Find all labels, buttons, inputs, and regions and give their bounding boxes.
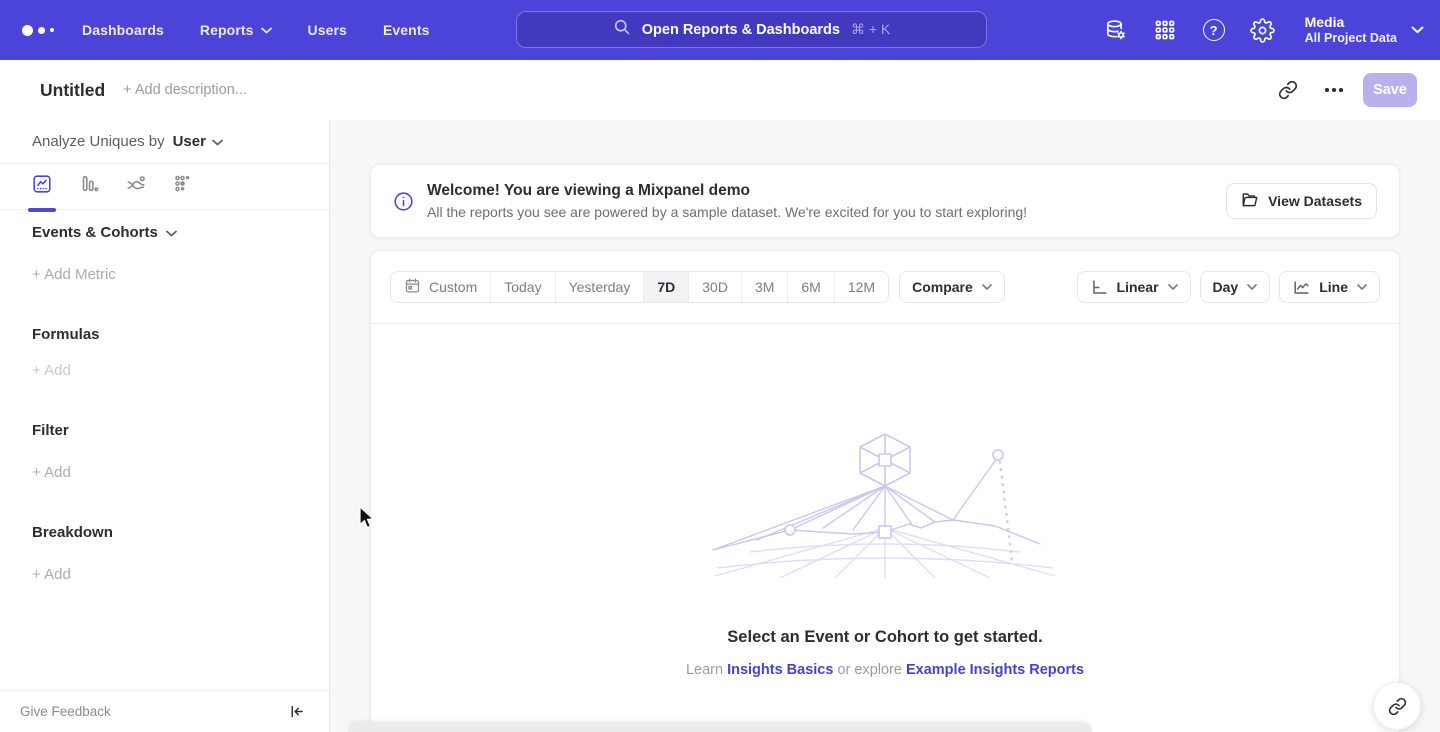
- events-cohorts-header[interactable]: Events & Cohorts: [32, 224, 177, 241]
- empty-state-illustration: [695, 428, 1075, 578]
- formulas-header: Formulas: [32, 326, 100, 343]
- save-button[interactable]: Save: [1363, 73, 1417, 107]
- chevron-down-icon: [1168, 284, 1178, 290]
- date-range-segmented-control: Custom Today Yesterday 7D 30D 3M 6M 12M: [390, 271, 889, 303]
- range-6m[interactable]: 6M: [787, 272, 833, 302]
- share-link-floating-button[interactable]: [1373, 682, 1421, 730]
- add-filter-button[interactable]: + Add: [32, 464, 71, 481]
- chevron-down-icon: [166, 224, 177, 241]
- bottom-sheet-peek[interactable]: [348, 722, 1092, 732]
- empty-state-title: Select an Event or Cohort to get started…: [727, 628, 1042, 647]
- report-title[interactable]: Untitled: [40, 80, 105, 101]
- global-search-button[interactable]: Open Reports & Dashboards ⌘ + K: [516, 11, 987, 48]
- chevron-down-icon: [1357, 284, 1367, 290]
- data-management-icon[interactable]: [1103, 17, 1129, 43]
- mixpanel-logo-icon[interactable]: [22, 25, 56, 36]
- nav-item-events[interactable]: Events: [383, 22, 430, 38]
- filter-header: Filter: [32, 422, 69, 439]
- line-chart-icon: [1292, 278, 1311, 297]
- search-shortcut: ⌘ + K: [851, 21, 890, 38]
- interval-selector-button[interactable]: Day: [1200, 271, 1271, 303]
- apps-grid-icon[interactable]: [1152, 17, 1178, 43]
- tab-retention[interactable]: [171, 164, 195, 210]
- range-today[interactable]: Today: [490, 272, 554, 302]
- chevron-down-icon: [212, 133, 223, 150]
- folder-icon: [1241, 191, 1259, 212]
- report-card: Custom Today Yesterday 7D 30D 3M 6M 12M …: [370, 250, 1400, 732]
- report-description-placeholder[interactable]: + Add description...: [123, 82, 247, 98]
- top-nav: Dashboards Reports Users Events Open Rep…: [0, 0, 1440, 60]
- give-feedback-link[interactable]: Give Feedback: [20, 704, 111, 719]
- flows-icon: [125, 173, 147, 200]
- tab-bar-chart[interactable]: [77, 164, 101, 210]
- body: Analyze Uniques by User: [0, 120, 1440, 732]
- nav-right-group: ? Media All Project Data: [1103, 0, 1424, 60]
- project-name: Media: [1305, 14, 1397, 31]
- empty-state: Select an Event or Cohort to get started…: [371, 324, 1399, 732]
- banner-title: Welcome! You are viewing a Mixpanel demo: [427, 182, 1027, 200]
- report-header: Untitled + Add description... Save: [0, 60, 1440, 120]
- compare-button[interactable]: Compare: [899, 271, 1005, 303]
- axis-scale-icon: [1090, 278, 1109, 297]
- chevron-down-icon: [982, 284, 992, 290]
- search-placeholder: Open Reports & Dashboards: [642, 22, 840, 38]
- chart-type-selector-button[interactable]: Line: [1279, 271, 1380, 303]
- breakdown-header: Breakdown: [32, 524, 113, 541]
- banner-subtitle: All the reports you see are powered by a…: [427, 204, 1027, 220]
- main-content: Welcome! You are viewing a Mixpanel demo…: [330, 120, 1440, 732]
- nav-item-users[interactable]: Users: [308, 22, 347, 38]
- query-sidebar: Analyze Uniques by User: [0, 120, 330, 732]
- range-custom[interactable]: Custom: [391, 272, 490, 302]
- chevron-down-icon: [261, 27, 272, 34]
- info-icon: [393, 191, 414, 212]
- more-options-icon[interactable]: [1317, 73, 1351, 107]
- visualization-tabs: [0, 164, 329, 210]
- add-metric-button[interactable]: + Add Metric: [32, 266, 116, 283]
- insights-basics-link[interactable]: Insights Basics: [727, 662, 833, 678]
- analyze-label: Analyze Uniques by: [32, 133, 165, 150]
- scale-selector-button[interactable]: Linear: [1077, 271, 1191, 303]
- app-window: Dashboards Reports Users Events Open Rep…: [0, 0, 1440, 732]
- range-7d[interactable]: 7D: [643, 272, 688, 302]
- project-subtitle: All Project Data: [1305, 31, 1397, 46]
- chart-display-controls: Linear Day Line: [1077, 271, 1380, 303]
- range-30d[interactable]: 30D: [688, 272, 741, 302]
- chevron-down-icon: [1411, 21, 1424, 39]
- nav-item-dashboards[interactable]: Dashboards: [82, 22, 164, 38]
- primary-nav: Dashboards Reports Users Events: [82, 22, 429, 38]
- bar-chart-icon: [78, 173, 100, 200]
- sidebar-footer: Give Feedback: [0, 690, 329, 732]
- nav-item-reports[interactable]: Reports: [200, 22, 272, 38]
- analyze-value-dropdown[interactable]: User: [173, 133, 223, 150]
- empty-state-links: Learn Insights Basics or explore Example…: [686, 662, 1084, 678]
- add-breakdown-button[interactable]: + Add: [32, 566, 71, 583]
- project-switcher[interactable]: Media All Project Data: [1305, 14, 1424, 46]
- tab-insights[interactable]: [30, 164, 54, 210]
- copy-link-icon[interactable]: [1271, 73, 1305, 107]
- help-icon[interactable]: ?: [1201, 17, 1227, 43]
- chart-toolbar: Custom Today Yesterday 7D 30D 3M 6M 12M …: [371, 251, 1399, 324]
- range-12m[interactable]: 12M: [834, 272, 888, 302]
- calendar-icon: [404, 277, 421, 297]
- chevron-down-icon: [1247, 284, 1257, 290]
- settings-gear-icon[interactable]: [1250, 17, 1276, 43]
- range-3m[interactable]: 3M: [741, 272, 787, 302]
- collapse-sidebar-icon[interactable]: [288, 703, 305, 720]
- tab-flows[interactable]: [124, 164, 148, 210]
- report-header-actions: Save: [1271, 73, 1417, 107]
- range-yesterday[interactable]: Yesterday: [555, 272, 644, 302]
- retention-dots-icon: [172, 173, 194, 200]
- insights-chart-icon: [31, 173, 53, 200]
- analyze-row: Analyze Uniques by User: [0, 120, 329, 164]
- add-formula-button[interactable]: + Add: [32, 362, 71, 379]
- view-datasets-button[interactable]: View Datasets: [1226, 183, 1377, 219]
- example-reports-link[interactable]: Example Insights Reports: [906, 662, 1084, 678]
- search-icon: [613, 18, 631, 41]
- welcome-banner: Welcome! You are viewing a Mixpanel demo…: [370, 164, 1400, 238]
